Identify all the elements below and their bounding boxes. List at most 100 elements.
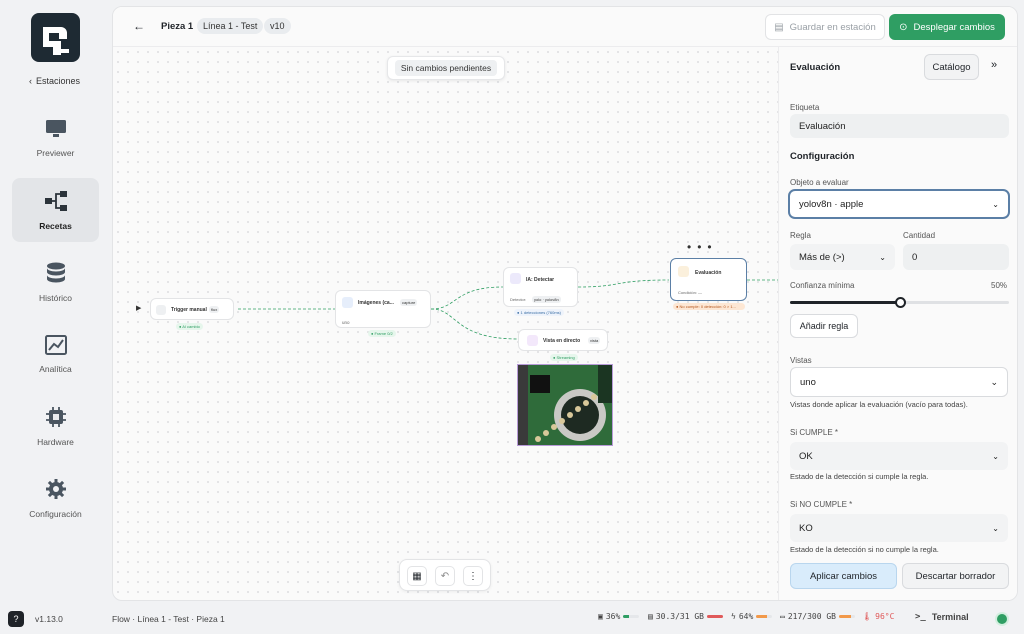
sidebar-item-configuracion[interactable]: Configuración — [12, 466, 99, 530]
gear-icon — [45, 478, 66, 499]
regla-label: Regla — [790, 231, 811, 240]
vistas-select[interactable]: uno ⌄ — [790, 367, 1008, 397]
chart-icon — [44, 334, 67, 355]
bolt-icon — [156, 305, 166, 315]
back-to-stations[interactable]: ‹ Estaciones — [29, 76, 80, 86]
trigger-status: ● Al cambio — [176, 323, 203, 330]
app-version: v1.13.0 — [35, 614, 63, 624]
cumple-label: Si CUMPLE * — [790, 428, 839, 437]
terminal-button[interactable]: >_ Terminal — [915, 612, 969, 622]
workflow-icon — [44, 190, 67, 211]
objeto-label: Objeto a evaluar — [790, 178, 849, 187]
node-evaluacion[interactable]: Evaluación Condición: — — [670, 258, 747, 301]
nocumple-label: Si NO CUMPLE * — [790, 500, 853, 509]
grid-icon[interactable]: ▦ — [407, 566, 427, 586]
terminal-icon: >_ — [915, 612, 926, 622]
more-dots[interactable]: ••• — [687, 240, 718, 254]
panel-title: Evaluación — [790, 62, 841, 73]
collapse-panel-icon[interactable]: » — [991, 59, 997, 71]
folder-icon — [342, 297, 353, 308]
edge-images-live — [430, 308, 519, 340]
sidebar-item-previewer[interactable]: Previewer — [12, 106, 99, 170]
chevron-down-icon: ⌄ — [879, 252, 886, 262]
gpu-icon: ϟ — [731, 612, 736, 621]
connection-status-dot — [997, 614, 1007, 624]
sidebar-item-recetas[interactable]: Recetas — [12, 178, 99, 242]
help-icon[interactable]: ? — [8, 611, 24, 627]
app-logo — [31, 13, 80, 62]
properties-panel: Evaluación Catálogo » Etiqueta Evaluació… — [778, 47, 1017, 600]
thermometer-icon: 🌡 — [862, 612, 873, 621]
eval-status: ● No cumple: 0 detección: 0 > 1... — [673, 303, 745, 310]
node-trigger[interactable]: Trigger manual flux — [150, 298, 234, 320]
slider-thumb[interactable] — [894, 297, 906, 308]
ram-bar — [707, 615, 723, 618]
more-vertical-icon[interactable]: ⋮ — [463, 566, 483, 586]
check-list-icon — [678, 266, 689, 277]
confianza-label: Confianza mínima — [790, 281, 855, 290]
node-live-view[interactable]: Vista en directo vista — [518, 329, 608, 351]
objeto-select[interactable]: yolov8n · apple ⌄ — [788, 189, 1010, 219]
undo-icon[interactable]: ↶ — [435, 566, 455, 586]
sidebar-item-historico[interactable]: Histórico — [12, 250, 99, 314]
status-bar: ? v1.13.0 Flow · Línea 1 - Test · Pieza … — [0, 604, 1024, 634]
live-status: ● Streaming — [550, 354, 578, 361]
temp-stat: 🌡 96°C — [862, 612, 895, 621]
cantidad-label: Cantidad — [903, 231, 936, 240]
sidebar-item-analitica[interactable]: Analítica — [12, 322, 99, 386]
ram-bar-fill — [707, 615, 723, 618]
gpu-bar — [756, 615, 773, 618]
disk-bar-fill — [839, 615, 851, 618]
etiqueta-label: Etiqueta — [790, 103, 820, 112]
cantidad-input[interactable]: 0 — [903, 244, 1009, 270]
play-icon[interactable]: ▶ — [136, 304, 141, 312]
detect-status: ● 1 detecciones (760ms) — [514, 309, 564, 316]
eye-icon — [527, 335, 538, 346]
confianza-slider[interactable] — [790, 297, 1009, 308]
config-heading: Configuración — [790, 151, 855, 162]
vistas-label: Vistas — [790, 356, 812, 365]
cumple-help: Estado de la detección si cumple la regl… — [790, 472, 929, 481]
flow-canvas[interactable]: ← Pieza 1 Línea 1 - Test v10 ▤ Guardar e… — [112, 6, 1018, 601]
sidebar-item-hardware[interactable]: Hardware — [12, 394, 99, 458]
chevron-down-icon: ⌄ — [992, 451, 999, 461]
confianza-value: 50% — [991, 281, 1008, 290]
add-rule-button[interactable]: Añadir regla — [790, 314, 858, 338]
gpu-stat: ϟ 64% — [731, 612, 773, 621]
sidebar: ‹ Estaciones Previewer Recetas Histórico… — [0, 0, 112, 604]
gpu-bar-fill — [756, 615, 767, 618]
cpu-stat: ▣ 36% — [598, 612, 640, 621]
cpu-bar — [623, 615, 640, 618]
catalog-button[interactable]: Catálogo — [924, 54, 979, 80]
edge-detect-eval — [577, 279, 670, 288]
chevron-down-icon: ⌄ — [992, 199, 999, 209]
discard-draft-button[interactable]: Descartar borrador — [902, 563, 1009, 589]
monitor-icon — [45, 119, 66, 137]
nocumple-help: Estado de la detección si no cumple la r… — [790, 545, 939, 554]
deploy-changes-button[interactable]: ⊙ Desplegar cambios — [889, 14, 1005, 40]
live-preview-image — [517, 364, 613, 446]
cpu-bar-fill — [623, 615, 630, 618]
cpu-icon: ▣ — [598, 612, 603, 621]
etiqueta-input[interactable]: Evaluación — [790, 114, 1009, 138]
status-breadcrumb: Flow · Línea 1 - Test · Pieza 1 — [112, 614, 225, 624]
ai-icon — [510, 273, 521, 284]
disk-bar — [839, 615, 855, 618]
save-to-station-button[interactable]: ▤ Guardar en estación — [765, 14, 885, 40]
slider-fill — [790, 301, 900, 304]
apply-changes-button[interactable]: Aplicar cambios — [790, 563, 897, 589]
deploy-icon: ⊙ — [899, 21, 908, 33]
node-images[interactable]: Imágenes (ca... capture uno — [335, 290, 431, 328]
node-detect[interactable]: IA: Detectar Detector: yolo · yolov8n — [503, 267, 578, 307]
chevron-down-icon: ⌄ — [990, 376, 998, 387]
disk-icon: ▭ — [780, 612, 785, 621]
chevron-down-icon: ⌄ — [992, 523, 999, 533]
database-icon — [46, 262, 65, 282]
ram-stat: ▤ 30.3/31 GB — [648, 612, 723, 621]
disk-stat: ▭ 217/300 GB — [780, 612, 855, 621]
regla-select[interactable]: Más de (>) ⌄ — [790, 244, 895, 270]
chevron-left-icon: ‹ — [29, 76, 32, 86]
nocumple-select[interactable]: KO ⌄ — [790, 514, 1008, 542]
canvas-toolbar: ▦ ↶ ⋮ — [399, 559, 491, 591]
cumple-select[interactable]: OK ⌄ — [790, 442, 1008, 470]
